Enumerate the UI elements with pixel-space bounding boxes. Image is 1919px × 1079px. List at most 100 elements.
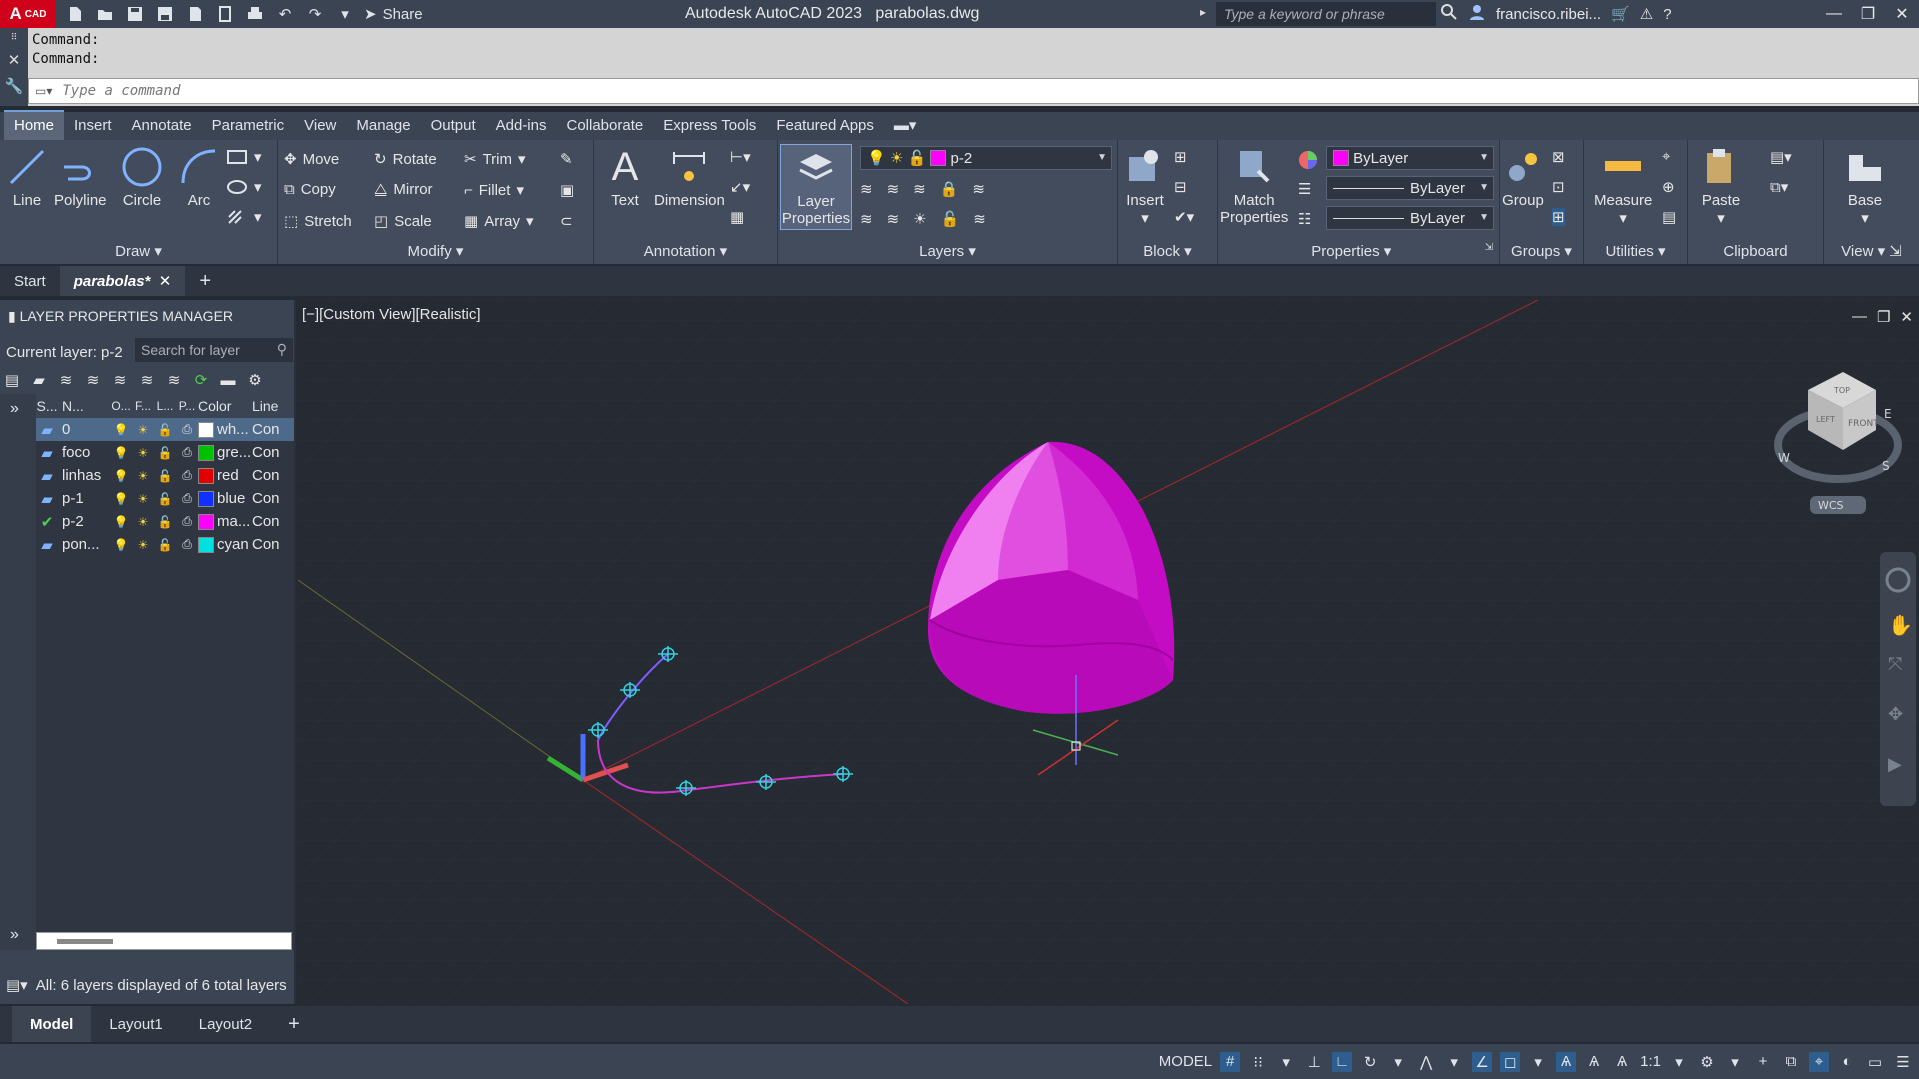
autocad-logo[interactable]: A CAD bbox=[0, 0, 56, 28]
object-snap-dropdown-icon[interactable]: ▾ bbox=[1528, 1052, 1548, 1072]
ellipse-icon[interactable]: ▾ bbox=[226, 178, 262, 196]
wrench-icon[interactable]: 🔧 bbox=[5, 77, 24, 95]
groups-panel-title[interactable]: Groups ▾ bbox=[1500, 242, 1583, 260]
layer-properties-button[interactable]: Layer Properties bbox=[780, 144, 852, 230]
block-panel-title[interactable]: Block ▾ bbox=[1118, 242, 1217, 260]
layer-row[interactable]: ▰ p-1 💡 ☀ 🔓 ⎙ blue Con bbox=[36, 487, 294, 510]
layer-thaw-sun-icon[interactable]: ☀ bbox=[132, 515, 154, 529]
polyline-button[interactable]: Polyline bbox=[54, 146, 107, 209]
layer-status-icon[interactable]: ▰ bbox=[36, 421, 58, 439]
layer-linetype[interactable]: Con bbox=[252, 513, 282, 530]
layer-lock-icon[interactable]: 🔒 bbox=[940, 180, 959, 198]
close-tab-icon[interactable]: ✕ bbox=[159, 272, 172, 290]
layer-linetype[interactable]: Con bbox=[252, 490, 282, 507]
layer-color[interactable]: wh... bbox=[198, 421, 252, 438]
settings-gear-icon[interactable]: ⚙ bbox=[245, 370, 265, 390]
object-snap-icon[interactable]: ◻ bbox=[1500, 1051, 1521, 1072]
undo-icon[interactable]: ↶ bbox=[274, 3, 296, 25]
layer-combo[interactable]: 💡 ☀ 🔓 p-2 ▼ bbox=[860, 146, 1112, 170]
group-edit-icon[interactable]: ⊡ bbox=[1552, 178, 1565, 196]
utilities-panel-title[interactable]: Utilities ▾ bbox=[1584, 242, 1687, 260]
minimize-button[interactable]: — bbox=[1817, 0, 1851, 28]
layer-translator-icon[interactable]: ▬ bbox=[218, 370, 238, 390]
tab-addins[interactable]: Add-ins bbox=[486, 112, 557, 140]
drawing-viewport[interactable]: TOP FRONT LEFT E S W WCS ✋ ⤧ ✥ ▶ [−][Cus… bbox=[298, 300, 1919, 1004]
properties-panel-title[interactable]: Properties ▾ ⇲ bbox=[1218, 242, 1499, 260]
new-tab-button[interactable]: + bbox=[185, 266, 225, 296]
cut-icon[interactable]: ▤▾ bbox=[1770, 148, 1792, 166]
text-button[interactable]: A Text bbox=[604, 145, 646, 210]
col-color[interactable]: Color bbox=[198, 398, 252, 414]
layer-name[interactable]: linhas bbox=[58, 467, 110, 484]
table-icon[interactable]: ▦ bbox=[730, 208, 744, 226]
graphics-performance-icon[interactable]: ▭ bbox=[1865, 1052, 1885, 1072]
layer-freeze-icon[interactable]: ☀ bbox=[913, 210, 926, 228]
layer-linetype[interactable]: Con bbox=[252, 536, 282, 553]
clipboard-panel-title[interactable]: Clipboard bbox=[1688, 243, 1823, 260]
linetype-combo[interactable]: ByLayer ▼ bbox=[1326, 206, 1494, 230]
layer-plot-icon[interactable]: ⎙ bbox=[176, 491, 198, 506]
line-button[interactable]: Line bbox=[6, 146, 48, 209]
id-point-icon[interactable]: ⌖ bbox=[1662, 148, 1670, 165]
scroll-thumb[interactable] bbox=[57, 939, 113, 944]
measure-button[interactable]: Measure ▾ bbox=[1594, 146, 1652, 227]
new-group-filter-icon[interactable]: ▰ bbox=[29, 370, 49, 390]
layer-status-icon[interactable]: ▰ bbox=[36, 467, 58, 485]
modify-panel-title[interactable]: Modify ▾ bbox=[278, 242, 593, 260]
layer-walk-icon[interactable]: ≋ bbox=[887, 210, 900, 228]
viewport-minimize-icon[interactable]: — bbox=[1852, 308, 1867, 326]
tab-featured-apps[interactable]: Featured Apps bbox=[766, 112, 884, 140]
linetype-icon[interactable]: ☷ bbox=[1298, 210, 1311, 228]
print-icon[interactable] bbox=[244, 3, 266, 25]
layer-lock-2-icon[interactable]: 🔓 bbox=[941, 210, 960, 228]
view-panel-title[interactable]: View ▾ ⇲ bbox=[1824, 242, 1919, 260]
expand-filter-icon[interactable]: » bbox=[0, 394, 36, 424]
layer-unlock-icon[interactable]: 🔓 bbox=[154, 492, 176, 506]
rotate-button[interactable]: ↻ Rotate bbox=[374, 150, 437, 169]
layer-thaw-sun-icon[interactable]: ☀ bbox=[132, 446, 154, 460]
command-input[interactable]: ▭▾ Type a command bbox=[28, 78, 1919, 104]
close-icon[interactable]: ✕ bbox=[8, 51, 21, 69]
command-prompt-icon[interactable]: ▭▾ bbox=[35, 84, 52, 98]
layer-name[interactable]: p-2 bbox=[58, 513, 110, 530]
isolate-objects-icon[interactable]: ◐ bbox=[1837, 1052, 1857, 1072]
quick-select-icon[interactable]: ⊕ bbox=[1662, 178, 1675, 196]
col-lock[interactable]: L... bbox=[154, 399, 176, 413]
filter-status-icon[interactable]: ▤▾ bbox=[6, 976, 28, 994]
layer-linetype[interactable]: Con bbox=[252, 444, 282, 461]
col-freeze[interactable]: F... bbox=[132, 399, 154, 413]
tab-express-tools[interactable]: Express Tools bbox=[653, 112, 766, 140]
layer-name[interactable]: foco bbox=[58, 444, 110, 461]
user-name[interactable]: francisco.ribei... bbox=[1496, 6, 1601, 23]
tab-home[interactable]: Home bbox=[4, 110, 65, 140]
grid-icon[interactable]: # bbox=[1220, 1051, 1241, 1072]
calculator-icon[interactable]: ▤ bbox=[1662, 208, 1676, 226]
polar-dropdown-icon[interactable]: ▾ bbox=[1388, 1052, 1408, 1072]
layer-color[interactable]: cyan bbox=[198, 536, 252, 553]
wcs-menu[interactable]: WCS bbox=[1810, 496, 1866, 514]
viewport-restore-icon[interactable]: ❐ bbox=[1877, 308, 1890, 326]
layer-plot-icon[interactable]: ⎙ bbox=[176, 422, 198, 437]
annotation-panel-title[interactable]: Annotation ▾ bbox=[594, 242, 777, 260]
object-snap-tracking-icon[interactable]: ∠ bbox=[1472, 1051, 1493, 1072]
horizontal-scrollbar[interactable] bbox=[36, 932, 292, 950]
fillet-button[interactable]: ⌐ Fillet ▾ bbox=[464, 181, 524, 200]
layer-name[interactable]: p-1 bbox=[58, 490, 110, 507]
snap-dropdown-icon[interactable]: ▾ bbox=[1276, 1052, 1296, 1072]
arc-button[interactable]: Arc bbox=[178, 146, 220, 209]
annotation-scale-value[interactable]: 1:1 bbox=[1640, 1053, 1661, 1070]
layer-isolate-icon[interactable]: ≋ bbox=[860, 180, 873, 198]
ribbon-options-icon[interactable]: ▬▾ bbox=[884, 111, 927, 140]
col-plot[interactable]: P... bbox=[176, 399, 198, 413]
new-layer-icon[interactable]: ≋ bbox=[83, 370, 103, 390]
open-file-icon[interactable] bbox=[94, 3, 116, 25]
paste-button[interactable]: Paste ▾ bbox=[1700, 146, 1742, 227]
col-linetype[interactable]: Line bbox=[252, 398, 282, 414]
layer-unlock-icon[interactable]: 🔓 bbox=[154, 469, 176, 483]
delete-layer-icon[interactable]: ≋ bbox=[137, 370, 157, 390]
tab-insert[interactable]: Insert bbox=[64, 112, 122, 140]
viewport-label[interactable]: [−][Custom View][Realistic] bbox=[302, 306, 481, 323]
layer-off-icon[interactable]: ≋ bbox=[913, 180, 926, 198]
layer-on-bulb-icon[interactable]: 💡 bbox=[110, 423, 132, 437]
close-button[interactable]: ✕ bbox=[1885, 0, 1919, 28]
